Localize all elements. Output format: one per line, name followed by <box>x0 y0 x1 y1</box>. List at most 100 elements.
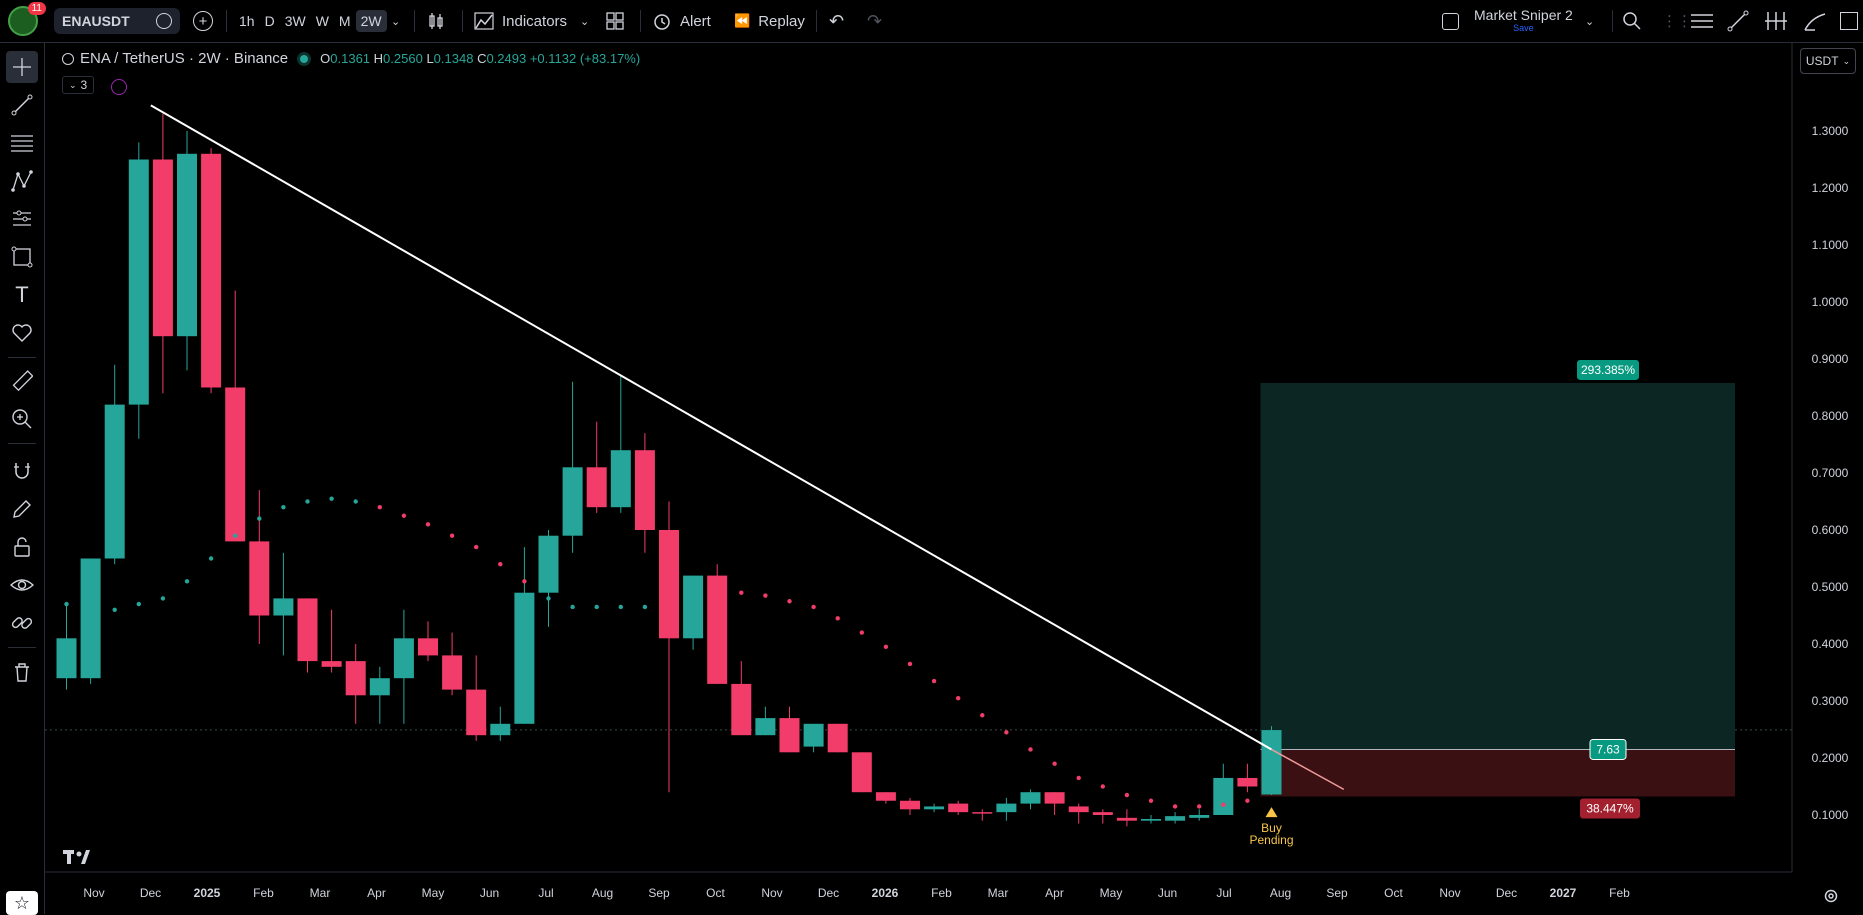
indicators-toggle[interactable]: ⌄ 3 <box>62 76 95 94</box>
user-avatar[interactable]: 11 <box>8 0 46 42</box>
chevron-down-icon: ⌄ <box>69 79 77 90</box>
alert-button[interactable]: Alert <box>652 0 711 42</box>
lock-drawings-tool[interactable] <box>6 531 38 563</box>
psar-dot <box>184 579 190 584</box>
zoom-tool[interactable] <box>6 403 38 435</box>
time-tick-label: Aug <box>1270 886 1291 900</box>
interval-buttons: 1h D 3W W M 2W <box>234 0 387 42</box>
currency-label: USDT <box>1805 54 1839 68</box>
price-chart[interactable]: 293.385%38.447%7.630.24932d 9h0.1134BuyP… <box>0 0 1863 914</box>
heart-icon <box>12 324 32 342</box>
pattern-tool[interactable] <box>6 165 38 197</box>
compare-icon[interactable] <box>156 13 172 29</box>
shapes-tool[interactable] <box>6 241 38 273</box>
interval-3W[interactable]: 3W <box>280 10 311 32</box>
indicators-dropdown[interactable]: ⌄ <box>580 0 589 42</box>
symbol-label: ENAUSDT <box>62 13 130 29</box>
icons-tool[interactable] <box>6 317 38 349</box>
chart-type-button[interactable] <box>427 0 445 42</box>
interval-1h[interactable]: 1h <box>234 10 260 32</box>
remove-drawings-tool[interactable] <box>6 656 38 688</box>
text-tool[interactable]: T <box>6 279 38 311</box>
symbol-search-button[interactable]: ENAUSDT <box>54 0 180 42</box>
replay-button[interactable]: ⏪ Replay <box>734 0 805 42</box>
indicators-button[interactable]: Indicators <box>474 0 567 42</box>
magnet-tool[interactable] <box>6 455 38 487</box>
zoom-in-icon <box>12 409 32 429</box>
price-tick-label: 0.8000 <box>1812 409 1849 423</box>
interval-W[interactable]: W <box>311 10 334 32</box>
layout-checkbox[interactable] <box>1442 0 1459 42</box>
price-tick-label: 0.7000 <box>1812 466 1849 480</box>
open-value: 0.1361 <box>330 51 371 66</box>
psar-dot <box>498 562 503 567</box>
candle <box>1261 726 1282 796</box>
undo-button[interactable]: ↶ <box>829 0 844 42</box>
time-tick-label: Feb <box>1609 886 1630 900</box>
link-tool[interactable] <box>6 607 38 639</box>
svg-text:7.63: 7.63 <box>1596 742 1620 756</box>
interval-D[interactable]: D <box>260 10 280 32</box>
templates-button[interactable] <box>606 0 624 42</box>
quick-search-button[interactable] <box>1622 0 1642 42</box>
drag-handle-icon[interactable]: ⋮⋮ <box>1662 0 1692 42</box>
line-tool[interactable] <box>6 89 38 121</box>
psar-dot <box>618 604 623 610</box>
time-tick-label: Aug <box>592 886 613 900</box>
time-tick-label: Feb <box>253 886 274 900</box>
psar-dot <box>570 604 575 610</box>
brush-tool[interactable] <box>1803 0 1827 42</box>
horizontal-lines-tool[interactable] <box>1690 0 1714 42</box>
alert-label: Alert <box>680 12 711 30</box>
time-tick-label: Jun <box>480 886 499 900</box>
link-icon <box>11 617 33 629</box>
eye-icon <box>10 579 34 591</box>
trendline-icon <box>1727 10 1749 32</box>
pencil-lock-icon <box>13 500 31 518</box>
layout-dropdown[interactable]: ⌄ <box>1585 0 1594 42</box>
psar-dot <box>136 601 141 607</box>
add-symbol-button[interactable]: + <box>193 0 213 42</box>
fullscreen-button[interactable] <box>1840 0 1858 42</box>
profit-zone <box>1260 382 1735 750</box>
indicator-sync-icon[interactable] <box>111 79 127 95</box>
interval-M[interactable]: M <box>334 10 356 32</box>
time-tick-label: Nov <box>761 886 782 900</box>
crosshair-tool[interactable] <box>6 51 38 83</box>
forecast-tool[interactable] <box>6 203 38 235</box>
time-tick-label: Sep <box>1326 886 1348 900</box>
plus-circle-icon: + <box>193 11 213 31</box>
currency-selector[interactable]: USDT ⌄ <box>1800 48 1856 74</box>
star-icon: ☆ <box>13 892 31 913</box>
psar-dot <box>305 499 310 504</box>
psar-dot <box>907 661 913 667</box>
candles-icon <box>429 13 443 29</box>
psar-dot <box>1052 761 1057 766</box>
psar-dot <box>160 596 166 601</box>
trash-icon <box>15 663 29 682</box>
chevron-down-icon: ⌄ <box>580 15 590 28</box>
interval-dropdown[interactable]: ⌄ <box>391 0 400 42</box>
layout-save-status: Save <box>1513 22 1534 33</box>
fib-tool[interactable] <box>6 127 38 159</box>
crosshair-icon <box>13 58 31 76</box>
psar-dot <box>811 604 816 610</box>
ruler-icon <box>12 370 33 392</box>
time-tick-label: Dec <box>1496 886 1517 900</box>
layout-name-button[interactable]: Market Sniper 2 Save <box>1474 0 1573 42</box>
pattern-icon <box>11 170 33 192</box>
redo-button[interactable]: ↷ <box>867 0 882 42</box>
measure-tool[interactable] <box>6 365 38 397</box>
loss-zone <box>1260 749 1735 797</box>
pitchfork-tool[interactable] <box>1764 0 1788 42</box>
hide-drawings-tool[interactable] <box>6 569 38 601</box>
interval-2W[interactable]: 2W <box>355 10 387 32</box>
candle <box>851 752 872 793</box>
legend-title[interactable]: ENA / TetherUS · 2W · Binance <box>80 50 288 67</box>
horizontal-lines-icon <box>1691 14 1713 28</box>
time-tick-label: Dec <box>818 886 839 900</box>
trendline-tool[interactable] <box>1727 0 1749 42</box>
psar-dot <box>474 544 479 550</box>
favorites-tool[interactable]: ☆ <box>6 891 38 915</box>
stay-in-drawing-mode-tool[interactable] <box>6 493 38 525</box>
